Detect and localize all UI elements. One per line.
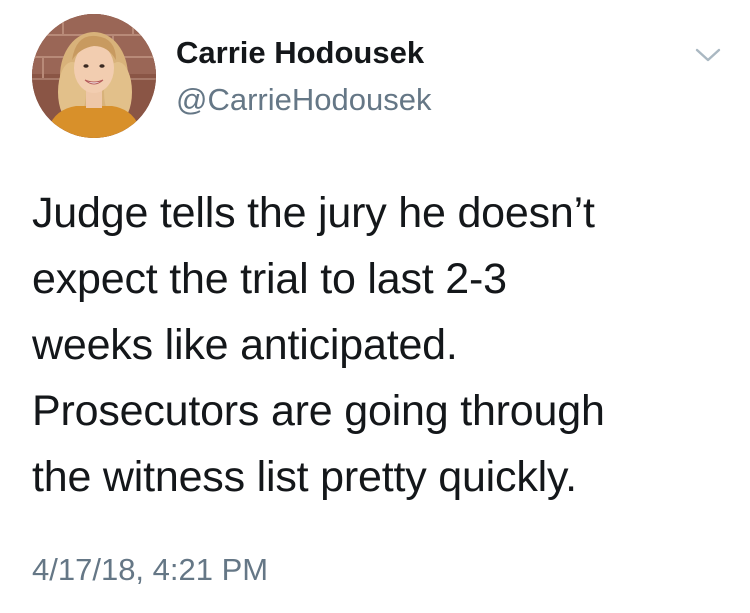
tweet-timestamp[interactable]: 4/17/18, 4:21 PM (32, 550, 268, 590)
profile-photo-icon (32, 14, 156, 138)
chevron-down-icon (695, 48, 721, 62)
display-name[interactable]: Carrie Hodousek (176, 34, 431, 72)
tweet-menu-button[interactable] (692, 44, 724, 66)
tweet-card: Carrie Hodousek @CarrieHodousek Judge te… (0, 0, 750, 613)
user-handle[interactable]: @CarrieHodousek (176, 80, 431, 120)
author-info: Carrie Hodousek @CarrieHodousek (176, 34, 431, 120)
tweet-text: Judge tells the jury he doesn’t expect t… (32, 189, 605, 501)
avatar[interactable] (32, 14, 156, 138)
